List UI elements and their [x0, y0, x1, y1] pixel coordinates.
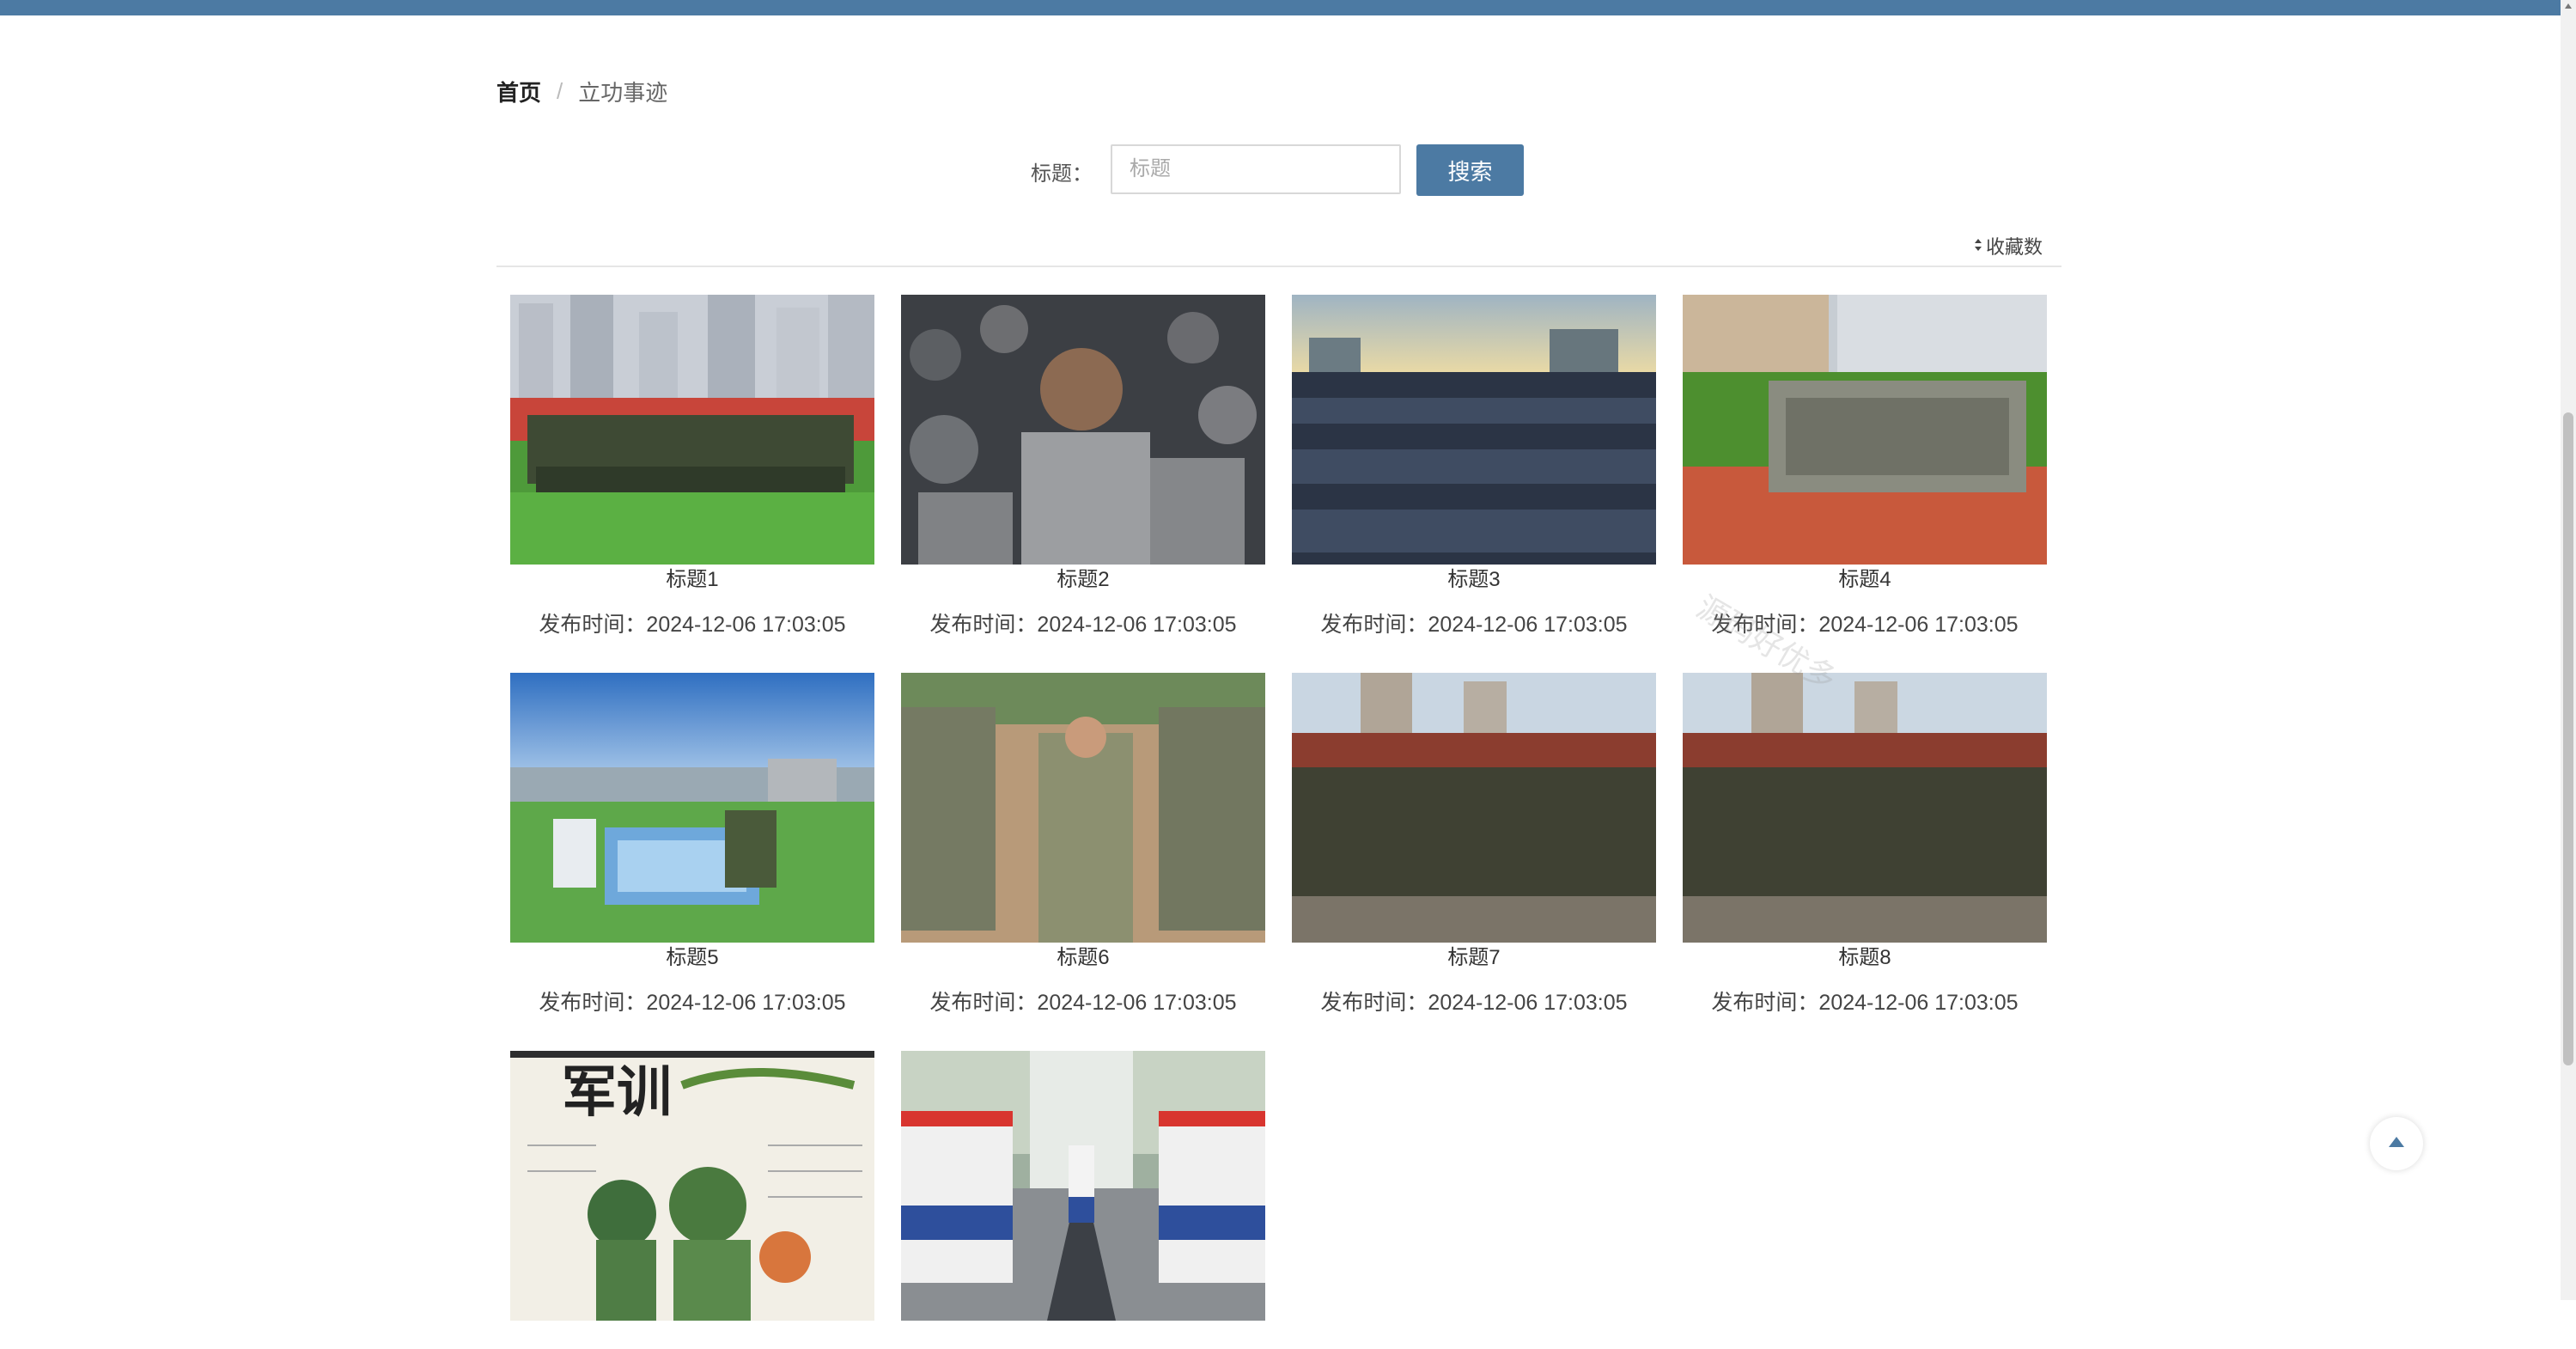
news-title[interactable]: 标题5 [510, 945, 874, 971]
news-publish-time: 发布时间：2024-12-06 17:03:05 [1320, 991, 1628, 1015]
poster-text: 军训 [562, 1061, 672, 1125]
vertical-scrollbar[interactable] [2561, 0, 2576, 1300]
back-to-top-button[interactable] [2370, 1117, 2423, 1170]
news-thumbnail[interactable] [1292, 295, 1656, 565]
news-title[interactable]: 标题7 [1292, 945, 1656, 971]
news-thumbnail[interactable] [1683, 295, 2047, 565]
scroll-up-arrow-icon[interactable] [2565, 3, 2572, 9]
news-card[interactable]: 标题7 发布时间：2024-12-06 17:03:05 [1292, 673, 1656, 1016]
main-content: 首页 / 立功事迹 标题： 搜索 收藏数 [496, 0, 2061, 1321]
sort-label: 收藏数 [1985, 236, 2043, 258]
scrollbar-thumb[interactable] [2563, 412, 2573, 1065]
news-card[interactable]: 标题1 发布时间：2024-12-06 17:03:05 [510, 295, 874, 638]
news-card[interactable]: 军训 [510, 1051, 874, 1349]
news-publish-time: 发布时间：2024-12-06 17:03:05 [1320, 613, 1628, 637]
news-grid: 标题1 发布时间：2024-12-06 17:03:05 标题2 发布时间：20… [510, 295, 2061, 1349]
news-card[interactable]: 标题2 发布时间：2024-12-06 17:03:05 [901, 295, 1265, 638]
news-card[interactable] [901, 1051, 1265, 1349]
news-thumbnail[interactable]: 军训 [510, 1051, 874, 1321]
news-thumbnail[interactable] [510, 295, 874, 565]
news-title[interactable]: 标题2 [901, 567, 1265, 593]
news-thumbnail[interactable] [901, 295, 1265, 565]
news-title[interactable]: 标题3 [1292, 567, 1656, 593]
news-publish-time: 发布时间：2024-12-06 17:03:05 [929, 991, 1237, 1015]
news-card[interactable]: 标题6 发布时间：2024-12-06 17:03:05 [901, 673, 1265, 1016]
news-card[interactable]: 标题4 发布时间：2024-12-06 17:03:05 [1683, 295, 2047, 638]
news-publish-time: 发布时间：2024-12-06 17:03:05 [539, 991, 846, 1015]
news-thumbnail[interactable] [510, 673, 874, 943]
breadcrumb-current: 立功事迹 [578, 80, 668, 106]
news-title[interactable]: 标题6 [901, 945, 1265, 971]
news-title[interactable] [901, 1323, 1265, 1349]
news-card[interactable]: 标题3 发布时间：2024-12-06 17:03:05 [1292, 295, 1656, 638]
news-publish-time: 发布时间：2024-12-06 17:03:05 [1711, 613, 2019, 637]
search-title-label: 标题： [1031, 162, 1093, 186]
news-publish-time: 发布时间：2024-12-06 17:03:05 [539, 613, 846, 637]
breadcrumb: 首页 / 立功事迹 [496, 76, 667, 107]
divider [496, 266, 2061, 267]
arrow-up-icon [2388, 1136, 2405, 1152]
news-publish-time: 发布时间：2024-12-06 17:03:05 [1711, 991, 2019, 1015]
search-bar: 标题： 搜索 [496, 144, 2061, 196]
sort-icon [1974, 238, 1982, 254]
news-thumbnail[interactable] [901, 673, 1265, 943]
news-publish-time: 发布时间：2024-12-06 17:03:05 [929, 613, 1237, 637]
search-title-input[interactable] [1111, 144, 1401, 194]
news-title[interactable]: 标题4 [1683, 567, 2047, 593]
search-button[interactable]: 搜索 [1416, 144, 1524, 196]
news-title[interactable] [510, 1323, 874, 1349]
news-title[interactable]: 标题8 [1683, 945, 2047, 971]
breadcrumb-separator: / [557, 78, 563, 104]
news-thumbnail[interactable] [901, 1051, 1265, 1321]
news-title[interactable]: 标题1 [510, 567, 874, 593]
news-thumbnail[interactable] [1292, 673, 1656, 943]
news-card[interactable]: 标题5 发布时间：2024-12-06 17:03:05 [510, 673, 874, 1016]
news-card[interactable]: 标题8 发布时间：2024-12-06 17:03:05 [1683, 673, 2047, 1016]
breadcrumb-home-link[interactable]: 首页 [496, 76, 541, 107]
sort-by-favorites[interactable]: 收藏数 [1974, 232, 2043, 259]
news-thumbnail[interactable] [1683, 673, 2047, 943]
